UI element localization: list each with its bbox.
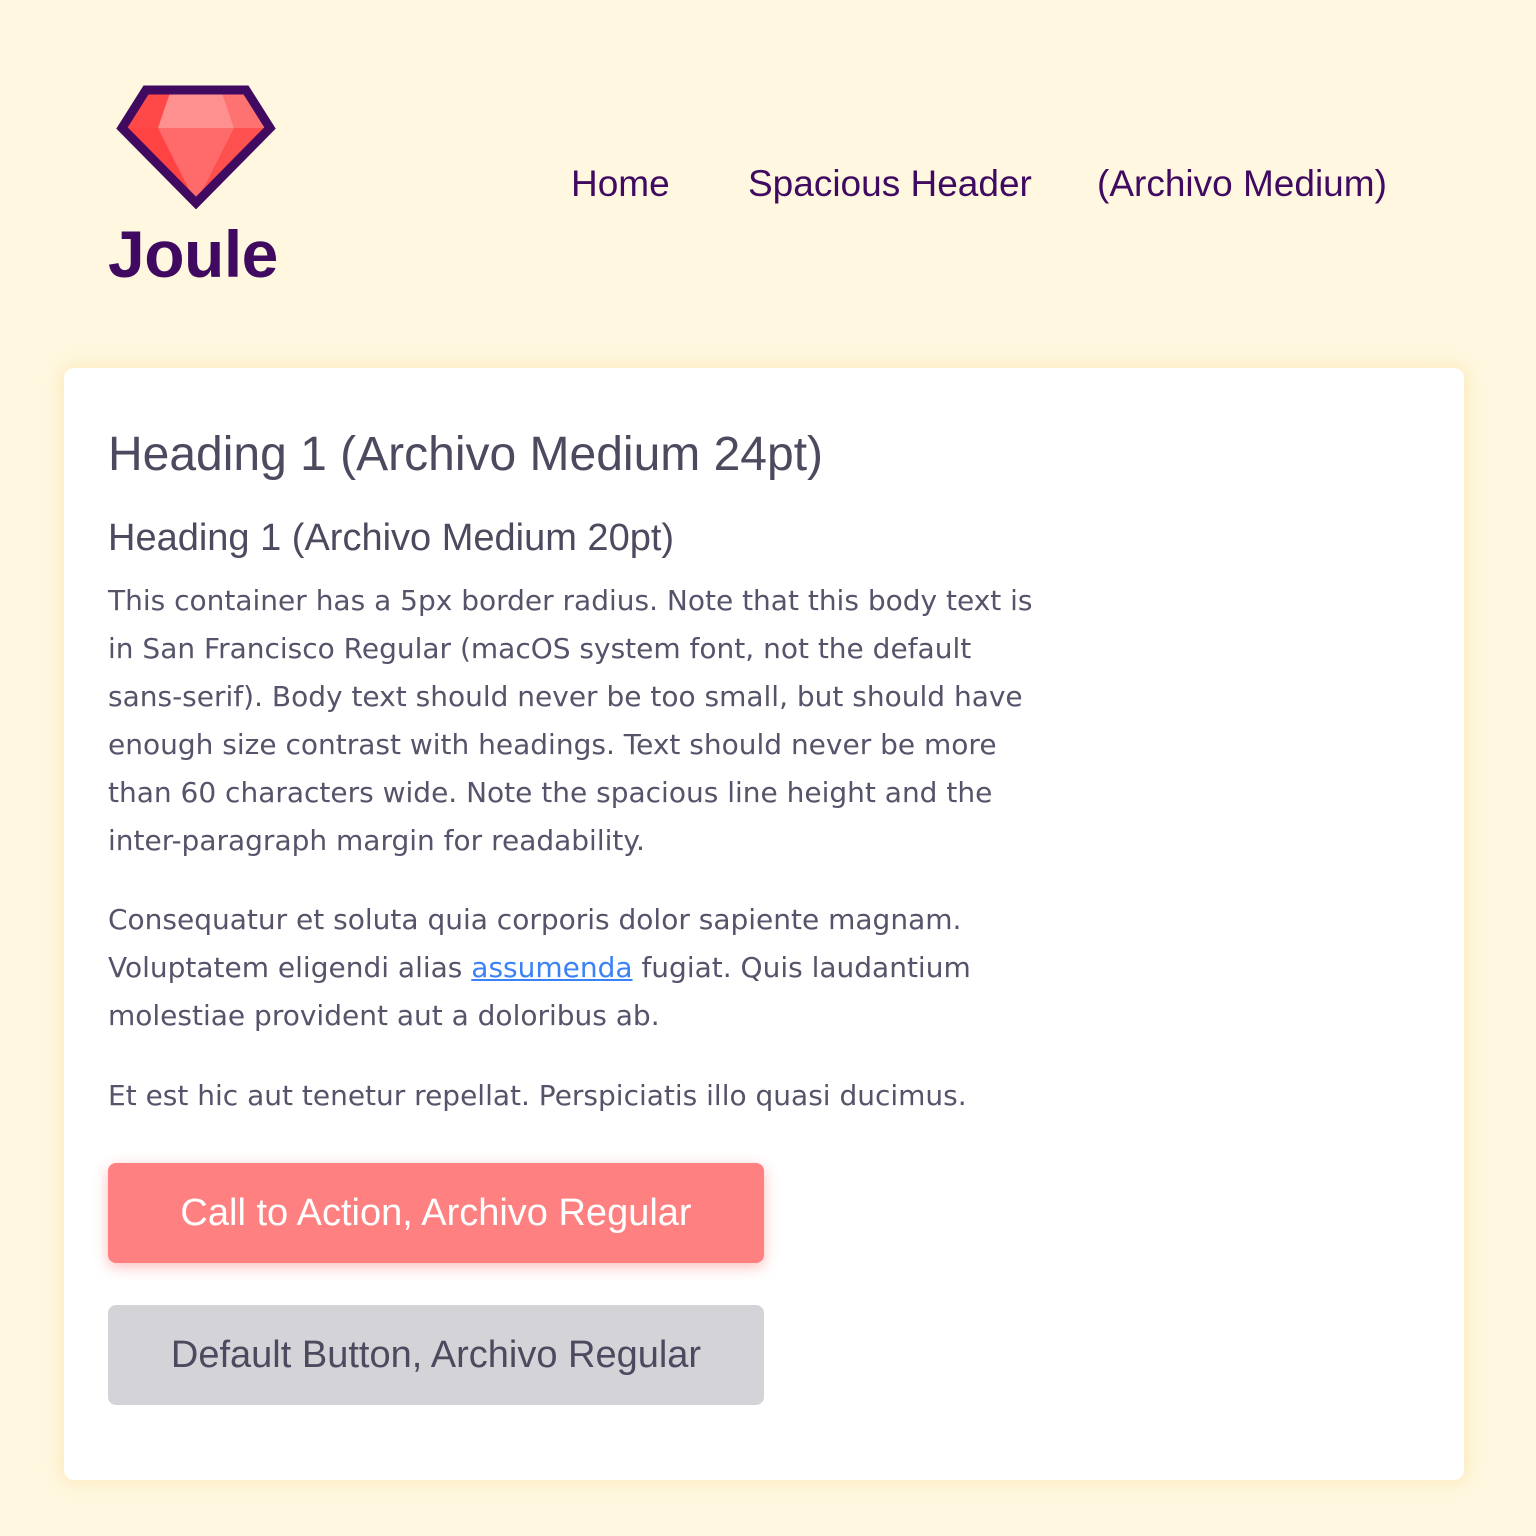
paragraph-line: inter-paragraph margin for readability. [108,824,645,857]
body-paragraph-3: Et est hic aut tenetur repellat. Perspic… [108,1072,1068,1120]
brand-logo[interactable]: Joule [108,84,288,294]
paragraph-line: Voluptatem eligendi alias assumenda fugi… [108,944,1068,992]
nav-link-archivo-medium[interactable]: (Archivo Medium) [1097,160,1387,208]
paragraph-line: sans-serif). Body text should never be t… [108,680,1023,713]
default-button[interactable]: Default Button, Archivo Regular [108,1305,764,1405]
nav-link-spacious-header[interactable]: Spacious Header [748,160,1032,208]
assumenda-link[interactable]: assumenda [471,951,632,984]
paragraph-line: Consequatur et soluta quia corporis dolo… [108,903,962,936]
paragraph-line: Et est hic aut tenetur repellat. Perspic… [108,1079,967,1112]
paragraph-line: molestiae provident aut a doloribus ab. [108,999,660,1032]
site-header: Joule Home Spacious Header (Archivo Medi… [0,0,1536,330]
heading-1: Heading 1 (Archivo Medium 24pt) [108,428,824,481]
brand-name: Joule [108,217,278,291]
paragraph-line: in San Francisco Regular (macOS system f… [108,632,972,665]
paragraph-line: enough size contrast with headings. Text… [108,728,997,761]
gem-icon [116,85,276,209]
paragraph-line: This container has a 5px border radius. … [108,584,1033,617]
paragraph-line: than 60 characters wide. Note the spacio… [108,776,993,809]
heading-2: Heading 1 (Archivo Medium 20pt) [108,517,675,559]
call-to-action-button[interactable]: Call to Action, Archivo Regular [108,1163,764,1263]
content-card: Heading 1 (Archivo Medium 24pt) Heading … [64,368,1464,1480]
nav-link-home[interactable]: Home [571,160,670,208]
paragraph-text: Voluptatem eligendi alias [108,951,472,984]
body-paragraph-2: Consequatur et soluta quia corporis dolo… [108,896,1068,1040]
paragraph-text: fugiat. Quis laudantium [632,951,971,984]
body-paragraph-1: This container has a 5px border radius. … [108,577,1068,865]
